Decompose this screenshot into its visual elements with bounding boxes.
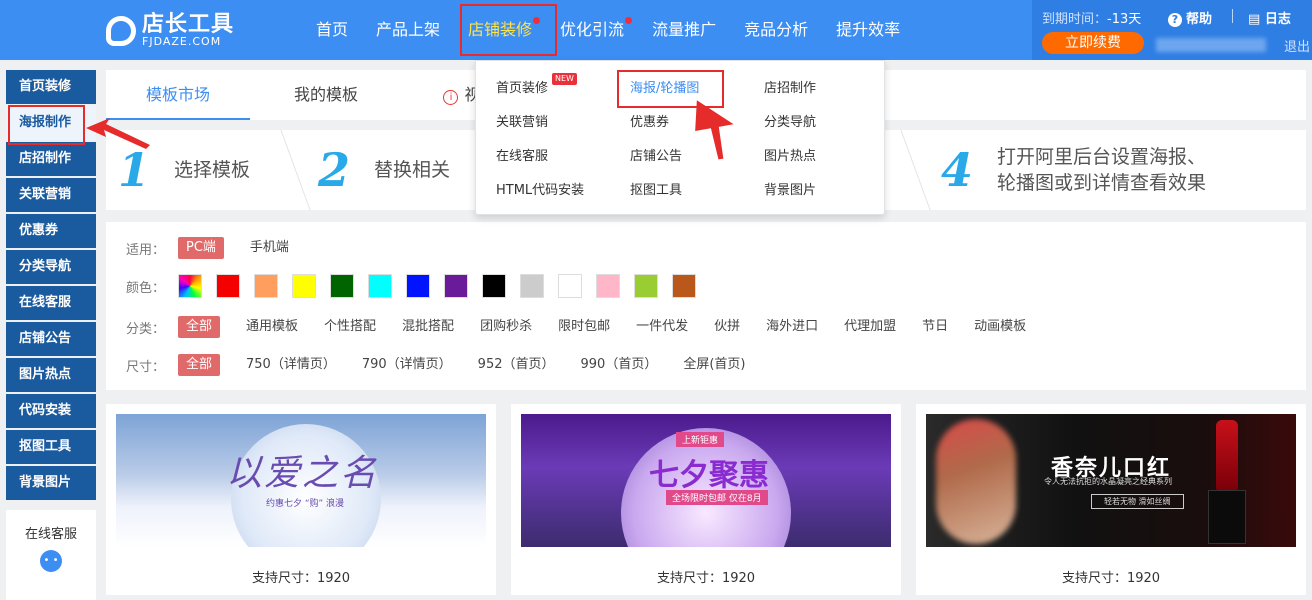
arrow-left-icon [86, 118, 150, 149]
arrow-up-icon [695, 100, 734, 160]
annotation-arrows [86, 100, 734, 160]
